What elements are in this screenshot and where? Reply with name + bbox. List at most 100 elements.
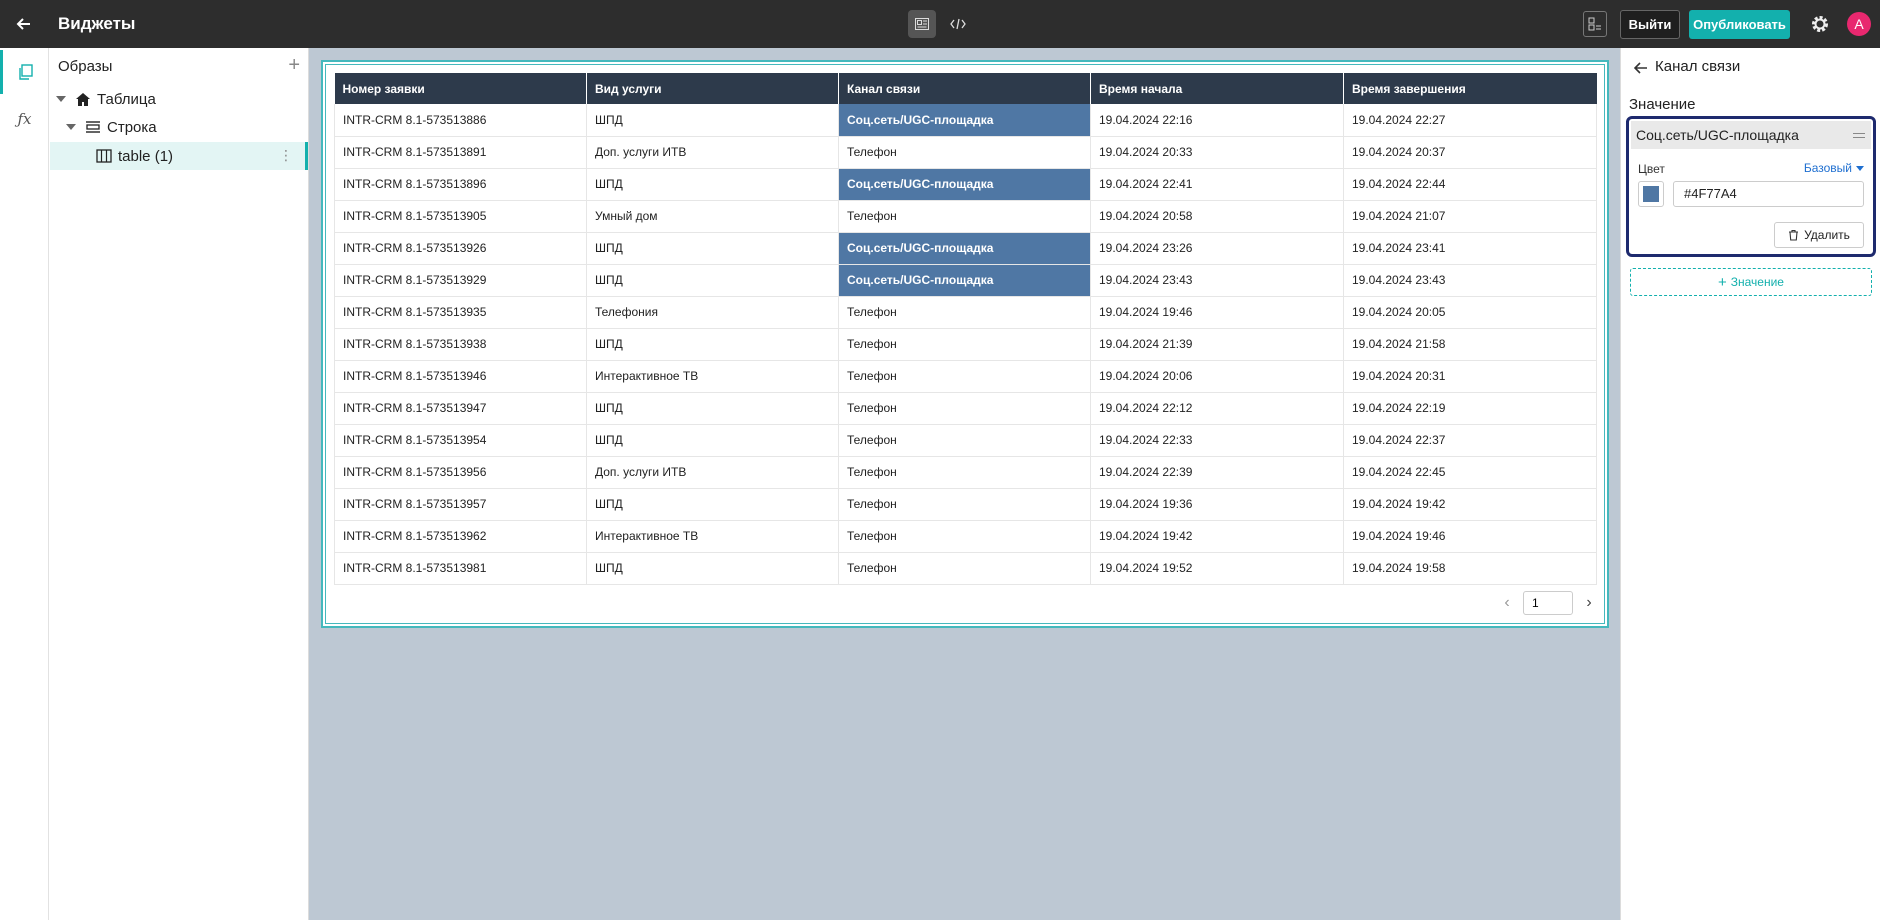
table-cell: INTR-CRM 8.1-573513905 <box>334 200 587 233</box>
avatar[interactable]: A <box>1847 12 1871 36</box>
table-cell: 19.04.2024 22:45 <box>1343 456 1597 489</box>
tree-item-label: Таблица <box>97 90 156 108</box>
table-cell: ШПД <box>586 232 839 265</box>
color-picker[interactable] <box>1638 181 1664 207</box>
table-row[interactable]: INTR-CRM 8.1-573513896 ШПД Соц.сеть/UGC-пл… <box>334 168 1597 201</box>
table-cell: INTR-CRM 8.1-573513929 <box>334 264 587 297</box>
table-row[interactable]: INTR-CRM 8.1-573513905 Умный дом Телефон 19… <box>334 200 1597 233</box>
tree-item-label: table (1) <box>118 147 174 165</box>
table-cell: 19.04.2024 20:31 <box>1343 360 1597 393</box>
publish-button[interactable]: Опубликовать <box>1689 10 1790 39</box>
left-rail: ƒx <box>0 48 49 920</box>
table-cell: Телефон <box>838 328 1091 361</box>
column-header[interactable]: Время завершения <box>1343 73 1597 104</box>
functions-tab[interactable]: ƒx <box>0 97 49 141</box>
table-cell: Соц.сеть/UGC-площадка <box>838 264 1091 297</box>
table-row[interactable]: INTR-CRM 8.1-573513938 ШПД Телефон 19.04.20… <box>334 328 1597 361</box>
table-cell: 19.04.2024 22:33 <box>1090 424 1344 457</box>
chevron-down-icon[interactable] <box>66 124 76 130</box>
table-cell: Телефон <box>838 456 1091 489</box>
data-table: Номер заявки Вид услуги Канал связи Время н… <box>334 73 1597 585</box>
next-page-icon[interactable]: › <box>1579 591 1599 615</box>
table-cell: Интерактивное ТВ <box>586 520 839 553</box>
widget-frame[interactable]: Номер заявки Вид услуги Канал связи Время н… <box>321 60 1609 628</box>
table-cell: 19.04.2024 19:46 <box>1343 520 1597 553</box>
table-row[interactable]: INTR-CRM 8.1-573513956 Доп. услуги ИТВ Тел… <box>334 456 1597 489</box>
value-section-label: Значение <box>1629 96 1696 113</box>
table-cell: INTR-CRM 8.1-573513891 <box>334 136 587 169</box>
table-cell: 19.04.2024 19:58 <box>1343 552 1597 585</box>
color-mode-select[interactable]: Базовый <box>1804 161 1864 175</box>
table-row[interactable]: INTR-CRM 8.1-573513891 Доп. услуги ИТВ Тел… <box>334 136 1597 169</box>
preview-button[interactable] <box>1583 11 1607 37</box>
layout-mode-button[interactable] <box>908 10 936 38</box>
table-cell: Телефон <box>838 552 1091 585</box>
table-cell: INTR-CRM 8.1-573513962 <box>334 520 587 553</box>
table-cell: INTR-CRM 8.1-573513926 <box>334 232 587 265</box>
layout-icon <box>915 18 929 30</box>
table-cell: 19.04.2024 20:58 <box>1090 200 1344 233</box>
table-cell: INTR-CRM 8.1-573513938 <box>334 328 587 361</box>
tree-item-row[interactable]: Строка <box>50 113 308 141</box>
tree-item-table-1[interactable]: table (1) ⋮ <box>50 142 308 170</box>
table-cell: 19.04.2024 22:37 <box>1343 424 1597 457</box>
table-cell: 19.04.2024 20:05 <box>1343 296 1597 329</box>
table-row[interactable]: INTR-CRM 8.1-573513947 ШПД Телефон 19.04.20… <box>334 392 1597 425</box>
page-number-input[interactable] <box>1523 591 1573 615</box>
column-header[interactable]: Канал связи <box>838 73 1091 104</box>
back-arrow-icon[interactable] <box>1631 58 1651 78</box>
code-mode-button[interactable] <box>944 10 972 38</box>
column-header[interactable]: Номер заявки <box>334 73 587 104</box>
table-row[interactable]: INTR-CRM 8.1-573513946 Интерактивное ТВ Те… <box>334 360 1597 393</box>
table-cell: 19.04.2024 20:37 <box>1343 136 1597 169</box>
table-row[interactable]: INTR-CRM 8.1-573513981 ШПД Телефон 19.04.20… <box>334 552 1597 585</box>
table-cell: INTR-CRM 8.1-573513935 <box>334 296 587 329</box>
top-bar: Виджеты Выйти Опубликовать A <box>0 0 1880 48</box>
value-card: Соц.сеть/UGC-площадка Цвет Базовый #4F77… <box>1626 116 1876 257</box>
table-row[interactable]: INTR-CRM 8.1-573513954 ШПД Телефон 19.04.20… <box>334 424 1597 457</box>
table-cell: Доп. услуги ИТВ <box>586 456 839 489</box>
panel-title: Канал связи <box>1655 58 1741 75</box>
table-row[interactable]: INTR-CRM 8.1-573513886 ШПД Соц.сеть/UGC-пл… <box>334 104 1597 137</box>
pages-tab[interactable] <box>0 50 49 94</box>
table-cell: 19.04.2024 22:19 <box>1343 392 1597 425</box>
table-cell: Телефон <box>838 392 1091 425</box>
table-cell: INTR-CRM 8.1-573513957 <box>334 488 587 521</box>
table-cell: ШПД <box>586 264 839 297</box>
gear-icon[interactable] <box>1808 12 1832 36</box>
table-cell: 19.04.2024 22:12 <box>1090 392 1344 425</box>
back-arrow-icon[interactable] <box>12 12 36 36</box>
table-cell: Соц.сеть/UGC-площадка <box>838 232 1091 265</box>
table-row[interactable]: INTR-CRM 8.1-573513929 ШПД Соц.сеть/UGC-пл… <box>334 264 1597 297</box>
color-hex-input[interactable]: #4F77A4 <box>1673 181 1864 207</box>
exit-button[interactable]: Выйти <box>1620 10 1680 39</box>
trash-icon <box>1789 229 1799 241</box>
delete-label: Удалить <box>1804 228 1850 242</box>
prev-page-icon[interactable]: ‹ <box>1497 591 1517 615</box>
tree-header: Образы <box>58 58 113 75</box>
column-header[interactable]: Вид услуги <box>586 73 839 104</box>
add-value-button[interactable]: + Значение <box>1630 268 1872 296</box>
add-icon[interactable]: + <box>288 54 300 77</box>
table-cell: 19.04.2024 19:46 <box>1090 296 1344 329</box>
more-options-icon[interactable]: ⋮ <box>279 148 293 162</box>
value-card-header[interactable]: Соц.сеть/UGC-площадка <box>1631 121 1871 149</box>
table-row[interactable]: INTR-CRM 8.1-573513926 ШПД Соц.сеть/UGC-пл… <box>334 232 1597 265</box>
delete-button[interactable]: Удалить <box>1774 222 1864 248</box>
table-row[interactable]: INTR-CRM 8.1-573513962 Интерактивное ТВ Те… <box>334 520 1597 553</box>
table-cell: ШПД <box>586 392 839 425</box>
chevron-down-icon[interactable] <box>56 96 66 102</box>
table-cell: Телефон <box>838 200 1091 233</box>
table-cell: 19.04.2024 19:36 <box>1090 488 1344 521</box>
column-header[interactable]: Время начала <box>1090 73 1344 104</box>
table-row[interactable]: INTR-CRM 8.1-573513935 Телефония Телефон 19… <box>334 296 1597 329</box>
value-name: Соц.сеть/UGC-площадка <box>1636 127 1799 143</box>
tree-item-table[interactable]: Таблица <box>50 85 308 113</box>
table-cell: Доп. услуги ИТВ <box>586 136 839 169</box>
table-cell: Интерактивное ТВ <box>586 360 839 393</box>
table-row[interactable]: INTR-CRM 8.1-573513957 ШПД Телефон 19.04.20… <box>334 488 1597 521</box>
table-cell: 19.04.2024 20:33 <box>1090 136 1344 169</box>
table-cell: Телефония <box>586 296 839 329</box>
table-cell: Телефон <box>838 296 1091 329</box>
drag-handle-icon[interactable] <box>1853 133 1865 138</box>
